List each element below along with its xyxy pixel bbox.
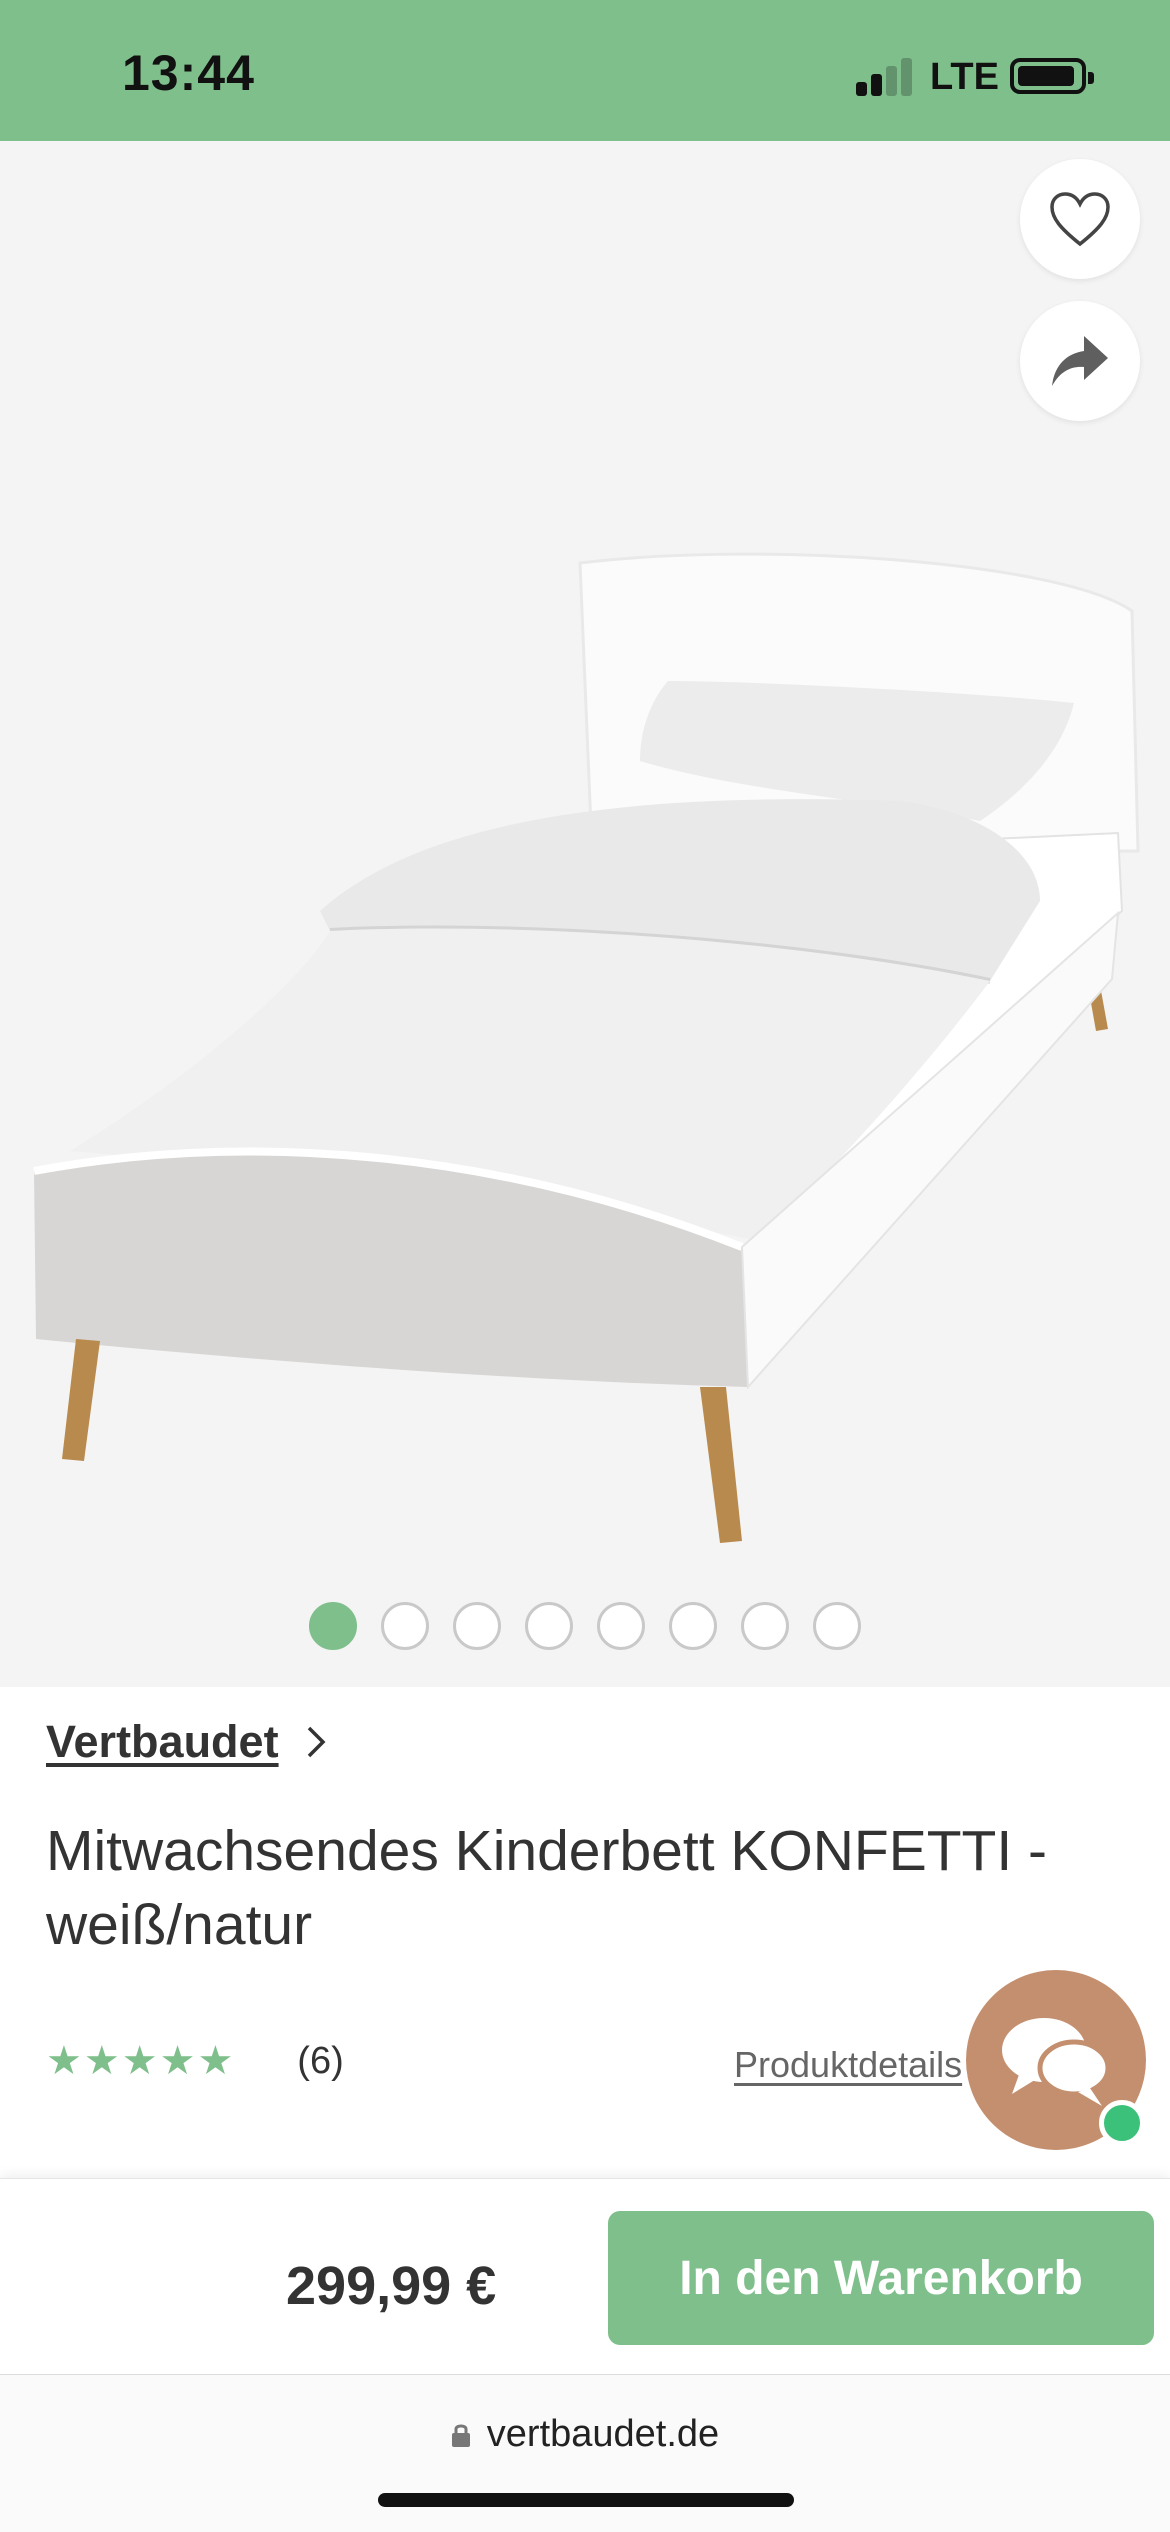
url-text[interactable]: vertbaudet.de [487, 2413, 719, 2456]
share-arrow-icon [1052, 336, 1108, 386]
gallery-dot[interactable] [669, 1602, 717, 1650]
browser-address-bar[interactable]: vertbaudet.de [0, 2374, 1170, 2532]
rating-stars: ★★★★★ [46, 2039, 236, 2083]
gallery-dot[interactable] [813, 1602, 861, 1650]
gallery-dot[interactable] [597, 1602, 645, 1650]
cellular-signal-icon [856, 58, 914, 96]
battery-icon [1010, 58, 1094, 94]
brand-name[interactable]: Vertbaudet [46, 1716, 279, 1768]
online-status-indicator [1099, 2100, 1145, 2146]
add-to-cart-button[interactable]: In den Warenkorb [608, 2211, 1154, 2345]
status-time: 13:44 [122, 45, 255, 101]
gallery-dot[interactable] [741, 1602, 789, 1650]
gallery-dot[interactable] [525, 1602, 573, 1650]
chat-bubbles-icon [1002, 2018, 1111, 2106]
network-type: LTE [930, 56, 999, 98]
brand-link[interactable]: Vertbaudet [46, 1716, 331, 1768]
share-button[interactable] [1020, 301, 1140, 421]
gallery-dot[interactable] [309, 1602, 357, 1650]
heart-outline-icon [1050, 192, 1110, 247]
status-bar: 13:44 LTE [0, 0, 1170, 141]
gallery-dot[interactable] [453, 1602, 501, 1650]
home-indicator[interactable] [378, 2493, 794, 2507]
purchase-bar: 299,99 € In den Warenkorb [0, 2178, 1170, 2374]
lock-icon [451, 2424, 470, 2447]
review-count[interactable]: (6) [297, 2040, 343, 2083]
gallery-pagination[interactable] [0, 1602, 1170, 1650]
chevron-right-icon [307, 1726, 326, 1758]
product-image-gallery[interactable] [0, 141, 1170, 1687]
product-rating[interactable]: ★★★★★ (6) [46, 2038, 344, 2084]
product-photo-bed [33, 552, 1140, 1543]
product-title: Mitwachsendes Kinderbett KONFETTI - weiß… [46, 1819, 1048, 1957]
product-price: 299,99 € [286, 2256, 497, 2316]
gallery-dot[interactable] [381, 1602, 429, 1650]
favorite-button[interactable] [1020, 159, 1140, 279]
product-details-link[interactable]: Produktdetails [734, 2044, 962, 2086]
